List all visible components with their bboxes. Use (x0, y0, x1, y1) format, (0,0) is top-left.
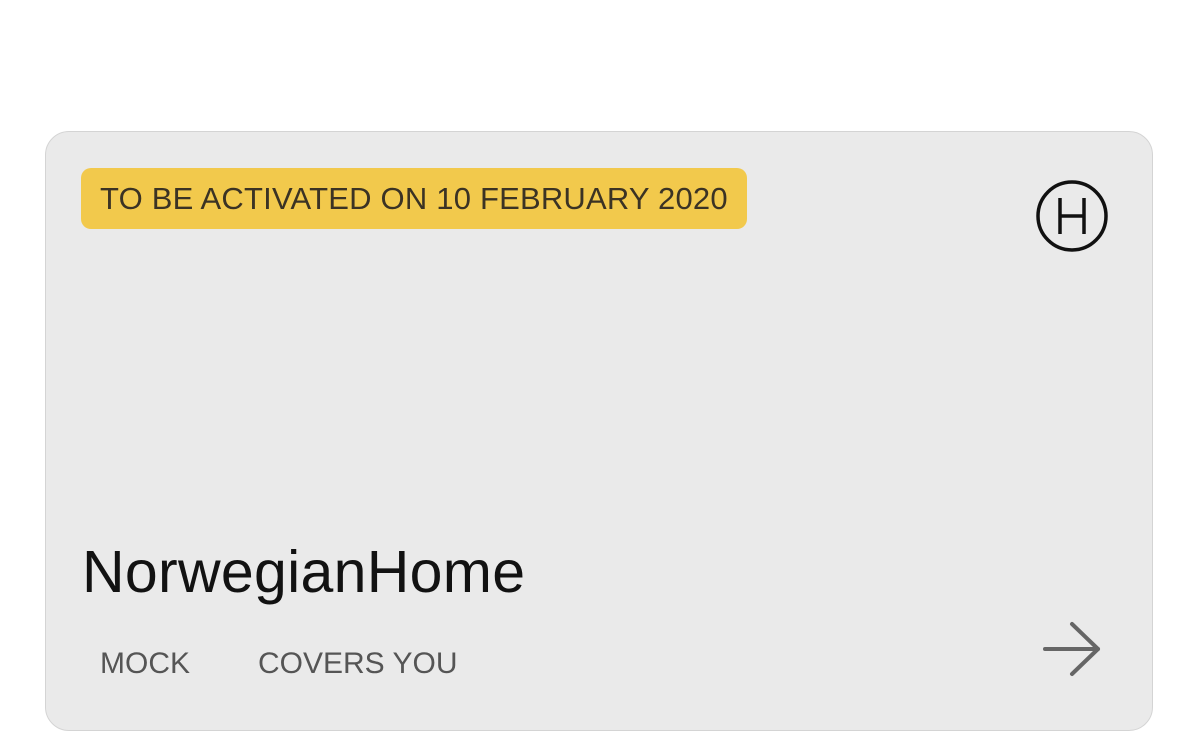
insurance-card[interactable]: TO BE ACTIVATED ON 10 FEBRUARY 2020 Norw… (45, 131, 1153, 731)
tag-mock: MOCK (100, 647, 190, 680)
status-badge: TO BE ACTIVATED ON 10 FEBRUARY 2020 (81, 168, 747, 229)
circled-h-logo-icon (1036, 180, 1108, 252)
product-name: NorwegianHome (82, 539, 526, 605)
tag-covers-you: COVERS YOU (258, 647, 458, 680)
arrow-right-icon[interactable] (1040, 619, 1106, 679)
page: TO BE ACTIVATED ON 10 FEBRUARY 2020 Norw… (0, 0, 1200, 732)
status-badge-text: TO BE ACTIVATED ON 10 FEBRUARY 2020 (100, 181, 728, 216)
tag-list: MOCK COVERS YOU (100, 649, 458, 679)
